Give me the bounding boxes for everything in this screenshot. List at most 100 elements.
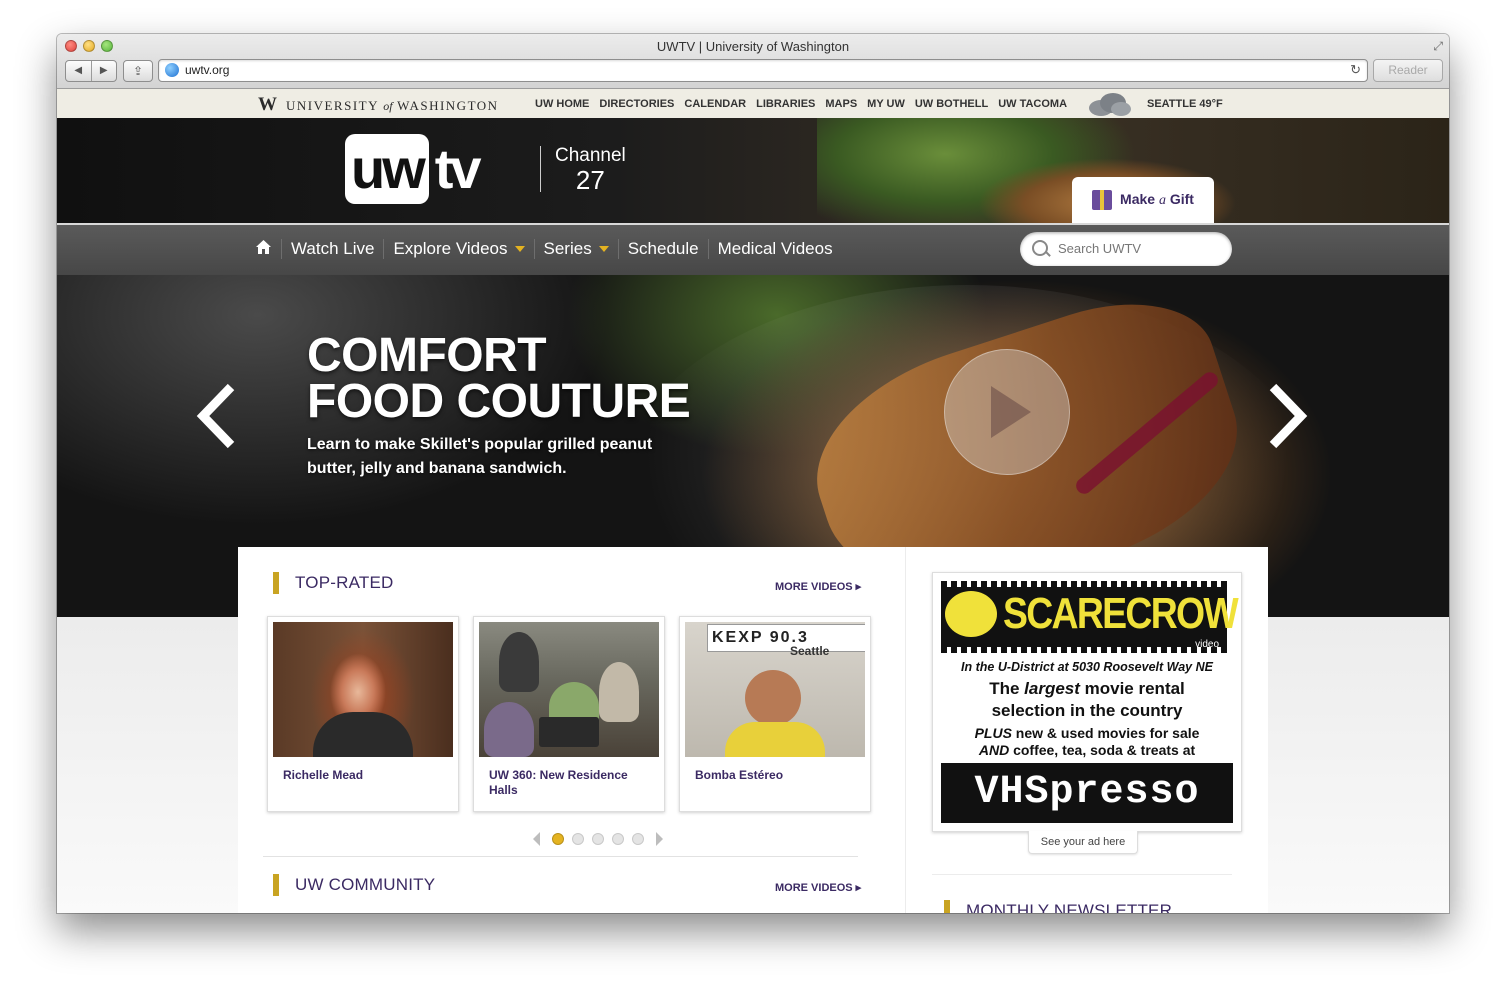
nav-items: Watch Live Explore Videos Series Schedul… (281, 239, 842, 259)
video-card[interactable]: Richelle Mead (267, 616, 459, 812)
gift-a-text: a (1158, 193, 1166, 208)
thumbnail-figure-shirt (725, 722, 825, 757)
uw-logo-text-1: UNIVERSITY (286, 98, 379, 113)
video-card[interactable]: UW 360: New Residence Halls (473, 616, 665, 812)
reload-icon[interactable]: ↻ (1350, 62, 1361, 78)
uw-link-directories[interactable]: DIRECTORIES (599, 98, 674, 110)
uw-w-mark: W (258, 94, 277, 115)
nav-explore-videos[interactable]: Explore Videos (383, 239, 533, 259)
play-button[interactable] (944, 349, 1070, 475)
video-thumbnail[interactable] (273, 622, 453, 757)
uwtv-logo-uw: uw (345, 134, 429, 204)
thumbnail-person (599, 662, 639, 722)
pager-prev-icon[interactable] (533, 832, 540, 846)
ad-line-4a: PLUS (974, 725, 1012, 741)
reader-button[interactable]: Reader (1373, 59, 1443, 82)
video-card-title[interactable]: Bomba Estéreo (695, 768, 860, 783)
ad-brand-sub: video (1195, 639, 1219, 650)
channel-badge: Channel 27 (555, 146, 626, 193)
section-accent-bar (273, 874, 279, 896)
pager-dot[interactable] (572, 833, 584, 845)
nav-schedule[interactable]: Schedule (617, 239, 708, 259)
uw-link-home[interactable]: UW HOME (535, 98, 589, 110)
nav-watch-live-label: Watch Live (291, 239, 375, 258)
gift-gift-text: Gift (1169, 191, 1194, 207)
top-rated-more-videos-link[interactable]: MORE VIDEOS ▸ (775, 580, 861, 593)
thumbnail-table (539, 717, 599, 747)
video-card[interactable]: KEXP 90.3 Seattle Bomba Estéreo (679, 616, 871, 812)
uwtv-logo[interactable]: uw tv (345, 134, 482, 204)
hero-title[interactable]: COMFORT FOOD COUTURE (307, 332, 691, 426)
address-bar[interactable]: uwtv.org ↻ (158, 59, 1368, 82)
browser-window: UWTV | University of Washington ⤢ ◀ ▶ ⇪ … (57, 34, 1449, 913)
nav-series-label: Series (543, 239, 592, 258)
carousel-next-arrow[interactable] (1267, 383, 1309, 460)
ad-line-3: selection in the country (991, 701, 1183, 720)
pager-dot[interactable] (552, 833, 564, 845)
nav-medical-videos[interactable]: Medical Videos (707, 239, 842, 259)
site-header: uw tv Channel 27 Make a Gift (57, 118, 1449, 223)
nav-series[interactable]: Series (533, 239, 618, 259)
back-button[interactable]: ◀ (66, 61, 91, 81)
thumbnail-figure (745, 670, 801, 726)
url-text[interactable]: uwtv.org (185, 63, 229, 77)
crow-icon (945, 591, 997, 637)
top-rated-header: TOP-RATED (273, 572, 393, 594)
ad-brand: SCARECROW (1003, 589, 1239, 638)
pager-dot[interactable] (612, 833, 624, 845)
fullscreen-icon[interactable]: ⤢ (1433, 39, 1443, 54)
uwtv-logo-tv: tv (434, 137, 482, 200)
pager-next-icon[interactable] (656, 832, 663, 846)
home-icon[interactable] (255, 239, 272, 260)
channel-label: Channel (555, 145, 626, 166)
forward-button[interactable]: ▶ (90, 61, 117, 81)
search-icon[interactable] (1032, 240, 1048, 256)
ad-line-4: PLUS new & used movies for sale (933, 725, 1241, 741)
make-a-gift-button[interactable]: Make a Gift (1072, 177, 1214, 223)
column-divider (905, 547, 906, 913)
uw-link-bothell[interactable]: UW BOTHELL (915, 98, 988, 110)
chevron-down-icon (514, 246, 525, 252)
video-thumbnail[interactable]: KEXP 90.3 Seattle (685, 622, 865, 757)
uw-link-tacoma[interactable]: UW TACOMA (998, 98, 1067, 110)
newsletter-title: MONTHLY NEWSLETTER (966, 901, 1173, 913)
vhspresso-logo: VHSpresso (941, 763, 1233, 823)
uw-logo-text-2: WASHINGTON (397, 98, 499, 113)
uw-link-libraries[interactable]: LIBRARIES (756, 98, 815, 110)
see-your-ad-here-link[interactable]: See your ad here (1028, 831, 1138, 854)
back-forward-buttons: ◀ ▶ (65, 60, 117, 82)
thumbnail-person (484, 702, 534, 757)
uw-community-title: UW COMMUNITY (295, 875, 436, 894)
hero-subtitle: Learn to make Skillet's popular grilled … (307, 436, 653, 477)
window-title: UWTV | University of Washington (656, 39, 850, 54)
ad-line-2b: largest (1024, 679, 1080, 698)
video-thumbnail[interactable] (479, 622, 659, 757)
channel-number: 27 (575, 165, 605, 195)
ad-line-5: AND coffee, tea, soda & treats at (933, 742, 1241, 758)
uw-link-maps[interactable]: MAPS (825, 98, 857, 110)
uw-link-calendar[interactable]: CALENDAR (684, 98, 746, 110)
search-input[interactable]: Search UWTV (1020, 232, 1232, 266)
video-card-title[interactable]: UW 360: New Residence Halls (489, 768, 654, 798)
nav-watch-live[interactable]: Watch Live (281, 239, 383, 259)
carousel-prev-arrow[interactable] (195, 383, 237, 460)
content-panel: TOP-RATED MORE VIDEOS ▸ Richelle Mead UW… (238, 547, 1268, 913)
uw-community-more-videos-link[interactable]: MORE VIDEOS ▸ (775, 881, 861, 894)
pager-dot[interactable] (632, 833, 644, 845)
ad-line-1: In the U-District at 5030 Roosevelt Way … (961, 660, 1213, 674)
pager-dot[interactable] (592, 833, 604, 845)
top-rated-cards: Richelle Mead UW 360: New Residence Hall… (267, 616, 871, 812)
share-button[interactable]: ⇪ (123, 60, 153, 82)
advertisement[interactable]: SCARECROW video In the U-District at 503… (932, 572, 1242, 832)
ad-line-5a: AND (978, 742, 1010, 758)
weather-text[interactable]: SEATTLE 49°F (1147, 98, 1223, 110)
section-accent-bar (944, 900, 950, 913)
ad-line-4b: new & used movies for sale (1011, 725, 1200, 741)
uw-logo[interactable]: W UNIVERSITY of WASHINGTON (258, 94, 499, 116)
nav-schedule-label: Schedule (627, 239, 699, 258)
thumbnail-sign: KEXP 90.3 (707, 624, 865, 652)
video-card-title[interactable]: Richelle Mead (283, 768, 448, 783)
carousel-pager (533, 832, 663, 846)
film-strip (941, 581, 1227, 587)
uw-link-my-uw[interactable]: MY UW (867, 98, 905, 110)
